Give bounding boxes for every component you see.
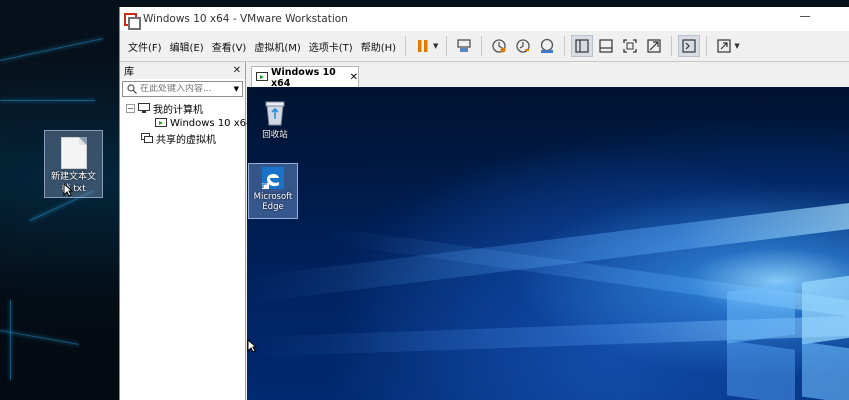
vm-tab-strip: Windows 10 x64 ✕ xyxy=(247,61,849,89)
menu-toolbar: 文件(F) 编辑(E) 查看(V) 虚拟机(M) 选项卡(T) 帮助(H) ▼ xyxy=(120,31,849,61)
library-title: 库 xyxy=(124,67,134,78)
thumbnail-view-button[interactable] xyxy=(595,35,617,57)
title-bar[interactable]: Windows 10 x64 - VMware Workstation xyxy=(120,7,849,31)
mouse-cursor-icon xyxy=(63,183,73,197)
library-tree: − 我的计算机 Windows 10 x64 共享的虚拟机 xyxy=(120,101,252,146)
tree-item-vm[interactable]: Windows 10 x64 xyxy=(126,116,252,131)
text-file-icon xyxy=(60,137,87,169)
unity-icon xyxy=(647,39,662,53)
windows-logo-pane xyxy=(727,340,795,400)
menu-help[interactable]: 帮助(H) xyxy=(357,39,400,54)
guest-screen[interactable]: 回收站 Microsoft Edge xyxy=(247,87,849,400)
console-view-button[interactable] xyxy=(678,35,701,57)
edge-label-line1: Microsoft xyxy=(253,192,293,202)
tab-label: Windows 10 x64 xyxy=(271,66,336,89)
edge-icon xyxy=(262,167,284,189)
snapshot-icon xyxy=(492,39,507,53)
vmware-icon xyxy=(124,12,141,30)
library-panel: 库 ✕ ▼ − 我的计算机 Windows 10 x64 xyxy=(120,61,252,400)
windows-logo-pane xyxy=(802,341,849,400)
recycle-bin-desktop-icon[interactable]: 回收站 xyxy=(250,99,300,140)
stretch-button[interactable] xyxy=(713,35,735,57)
toolbar-separator xyxy=(564,36,566,56)
desktop-file-label: 新建文本文档.txt xyxy=(50,172,96,194)
home-vm-icon xyxy=(256,72,268,83)
tree-label-my-computer: 我的计算机 xyxy=(153,105,203,116)
send-ctrl-alt-del-button[interactable] xyxy=(453,35,475,57)
revert-snapshot-button[interactable] xyxy=(512,35,534,57)
search-icon xyxy=(127,84,137,94)
library-view-button[interactable] xyxy=(571,35,594,57)
edge-desktop-icon[interactable]: Microsoft Edge xyxy=(248,163,298,219)
tree-label-vm: Windows 10 x64 xyxy=(170,118,253,129)
unity-button[interactable] xyxy=(643,35,665,57)
library-header: 库 ✕ xyxy=(120,62,245,79)
menu-edit[interactable]: 编辑(E) xyxy=(166,39,208,54)
tree-item-shared-vms[interactable]: 共享的虚拟机 xyxy=(126,131,245,146)
menu-tabs[interactable]: 选项卡(T) xyxy=(305,39,357,54)
shared-vms-icon xyxy=(141,133,153,144)
wallpaper-glow-line xyxy=(10,300,11,380)
toolbar-separator xyxy=(405,36,407,56)
library-close-button[interactable]: ✕ xyxy=(233,65,241,76)
recycle-bin-icon xyxy=(265,101,285,126)
library-search-input[interactable] xyxy=(140,84,218,94)
toolbar-separator xyxy=(706,36,708,56)
fullscreen-icon xyxy=(623,39,638,53)
tab-close-icon[interactable]: ✕ xyxy=(350,72,358,83)
computer-icon xyxy=(138,103,150,114)
window-title: Windows 10 x64 - VMware Workstation xyxy=(143,13,348,25)
snapshot-button[interactable] xyxy=(488,35,510,57)
toolbar-separator xyxy=(671,36,673,56)
windows-logo-pane xyxy=(802,275,849,345)
tree-label-shared-vms: 共享的虚拟机 xyxy=(156,135,216,146)
menu-view[interactable]: 查看(V) xyxy=(208,39,251,54)
snapshot-manager-button[interactable] xyxy=(536,35,558,57)
toolbar-separator xyxy=(481,36,483,56)
desktop-file-new-text[interactable]: 新建文本文档.txt xyxy=(44,130,103,198)
vm-icon xyxy=(155,118,167,129)
recycle-bin-label: 回收站 xyxy=(262,130,288,140)
send-ctrl-alt-del-icon xyxy=(457,39,472,52)
mouse-cursor-icon xyxy=(247,339,257,353)
thumbnail-view-icon xyxy=(599,39,614,53)
menu-file[interactable]: 文件(F) xyxy=(124,39,166,54)
pause-icon xyxy=(418,40,428,52)
stretch-icon xyxy=(717,39,732,53)
vmware-window: Windows 10 x64 - VMware Workstation 文件(F… xyxy=(119,7,849,400)
snapshot-manager-icon xyxy=(541,38,554,53)
tree-collapse-icon[interactable]: − xyxy=(126,104,135,113)
wallpaper-glow-line xyxy=(0,100,95,101)
edge-label-line2: Edge xyxy=(262,202,284,212)
minimize-button[interactable] xyxy=(800,16,810,17)
library-view-icon xyxy=(575,39,590,53)
windows-logo-pane xyxy=(727,282,795,344)
tab-windows-10-x64[interactable]: Windows 10 x64 ✕ xyxy=(251,66,359,89)
wallpaper-glow-line xyxy=(0,330,79,345)
wallpaper-glow-line xyxy=(0,38,103,61)
menu-vm[interactable]: 虚拟机(M) xyxy=(250,39,304,54)
tree-item-my-computer[interactable]: − 我的计算机 xyxy=(126,101,245,116)
pause-button[interactable] xyxy=(412,35,434,57)
revert-snapshot-icon xyxy=(516,39,531,53)
toolbar-separator xyxy=(446,36,448,56)
search-dropdown-icon[interactable]: ▼ xyxy=(234,85,239,93)
console-view-icon xyxy=(682,39,697,53)
library-search[interactable]: ▼ xyxy=(122,81,243,97)
fullscreen-button[interactable] xyxy=(619,35,641,57)
